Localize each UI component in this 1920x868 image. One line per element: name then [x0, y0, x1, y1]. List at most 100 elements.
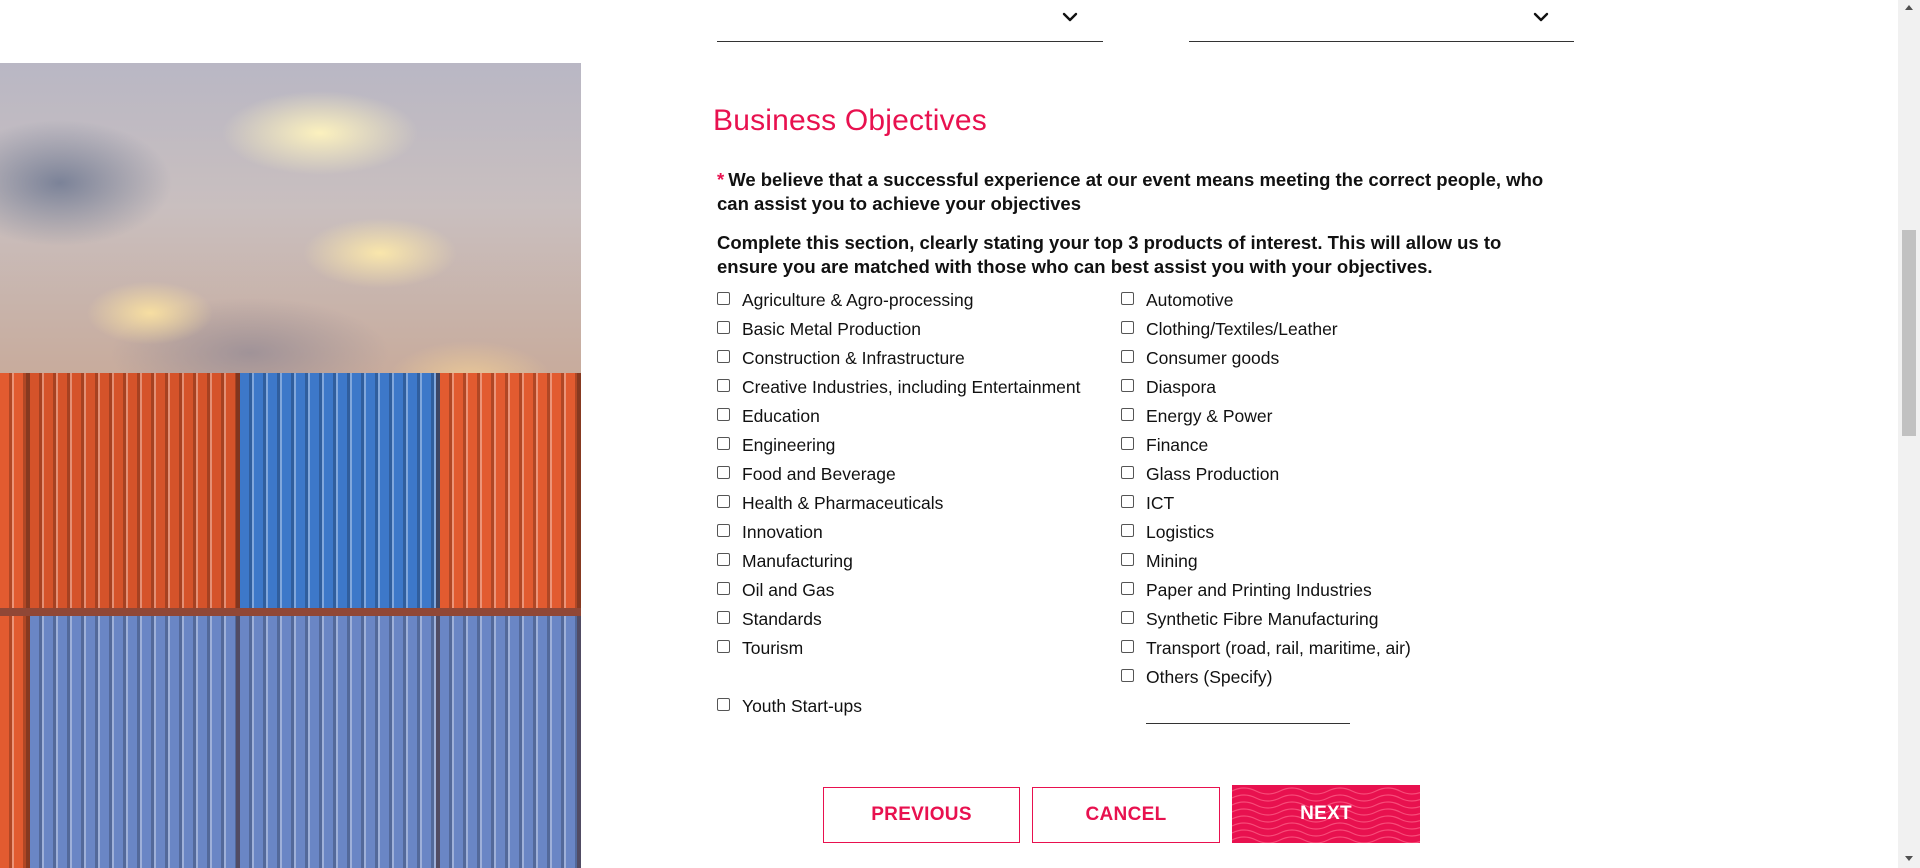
option-ict[interactable]: ICT — [1121, 489, 1174, 518]
previous-button[interactable]: PREVIOUS — [823, 787, 1020, 843]
checkbox[interactable] — [1121, 495, 1134, 508]
option-label: Construction & Infrastructure — [742, 348, 965, 368]
checkbox[interactable] — [1121, 640, 1134, 653]
checkbox[interactable] — [717, 611, 730, 624]
cancel-button[interactable]: CANCEL — [1032, 787, 1220, 843]
checkbox[interactable] — [717, 379, 730, 392]
checkbox[interactable] — [1121, 553, 1134, 566]
option-label: Mining — [1146, 551, 1198, 571]
chevron-down-icon — [1533, 12, 1549, 22]
checkbox[interactable] — [1121, 611, 1134, 624]
checkbox[interactable] — [1121, 408, 1134, 421]
option-glass-production[interactable]: Glass Production — [1121, 460, 1279, 489]
checkbox[interactable] — [717, 437, 730, 450]
objectives-question: * We believe that a successful experience… — [717, 168, 1547, 216]
option-label: Automotive — [1146, 290, 1234, 310]
option-label: Energy & Power — [1146, 406, 1273, 426]
option-label: Tourism — [742, 638, 804, 658]
question-text: We believe that a successful experience … — [717, 169, 1544, 214]
checkbox[interactable] — [717, 350, 730, 363]
option-label: Creative Industries, including Entertain… — [742, 377, 1081, 397]
option-label: Manufacturing — [742, 551, 853, 571]
checkbox[interactable] — [717, 321, 730, 334]
checkbox[interactable] — [717, 495, 730, 508]
hero-sky — [0, 63, 581, 383]
option-label: Youth Start-ups — [742, 696, 862, 716]
option-synthetic-fibre[interactable]: Synthetic Fibre Manufacturing — [1121, 605, 1378, 634]
hero-image-shipping-containers — [0, 63, 581, 868]
checkbox[interactable] — [717, 524, 730, 537]
option-label: Diaspora — [1146, 377, 1217, 397]
hero-container-stack — [0, 373, 581, 868]
option-standards[interactable]: Standards — [717, 605, 822, 634]
option-education[interactable]: Education — [717, 402, 820, 431]
option-label: Innovation — [742, 522, 823, 542]
checkbox[interactable] — [717, 582, 730, 595]
option-transport[interactable]: Transport (road, rail, maritime, air) — [1121, 634, 1411, 663]
option-label: Agriculture & Agro-processing — [742, 290, 974, 310]
option-label: Engineering — [742, 435, 836, 455]
checkbox[interactable] — [1121, 437, 1134, 450]
option-food-beverage[interactable]: Food and Beverage — [717, 460, 896, 489]
select-field-2[interactable] — [1189, 0, 1574, 42]
scroll-up-arrow-icon[interactable] — [1903, 2, 1915, 14]
option-health-pharma[interactable]: Health & Pharmaceuticals — [717, 489, 943, 518]
option-label: Glass Production — [1146, 464, 1280, 484]
next-button-label: NEXT — [1300, 803, 1352, 824]
option-label: Others (Specify) — [1146, 667, 1273, 687]
checkbox[interactable] — [717, 466, 730, 479]
checkbox[interactable] — [1121, 669, 1134, 682]
checkbox[interactable] — [1121, 524, 1134, 537]
option-finance[interactable]: Finance — [1121, 431, 1208, 460]
option-construction[interactable]: Construction & Infrastructure — [717, 344, 965, 373]
scroll-down-arrow-icon[interactable] — [1903, 852, 1915, 864]
select-field-1[interactable] — [717, 0, 1103, 42]
checkbox[interactable] — [1121, 466, 1134, 479]
option-automotive[interactable]: Automotive — [1121, 286, 1234, 315]
option-mining[interactable]: Mining — [1121, 547, 1198, 576]
checkbox[interactable] — [1121, 379, 1134, 392]
others-specify-input[interactable] — [1146, 701, 1350, 724]
option-creative-industries[interactable]: Creative Industries, including Entertain… — [717, 373, 1081, 402]
option-paper-printing[interactable]: Paper and Printing Industries — [1121, 576, 1372, 605]
option-manufacturing[interactable]: Manufacturing — [717, 547, 853, 576]
option-label: Logistics — [1146, 522, 1215, 542]
option-oil-gas[interactable]: Oil and Gas — [717, 576, 834, 605]
option-agriculture[interactable]: Agriculture & Agro-processing — [717, 286, 974, 315]
option-consumer-goods[interactable]: Consumer goods — [1121, 344, 1279, 373]
checkbox[interactable] — [717, 408, 730, 421]
option-label: Synthetic Fibre Manufacturing — [1146, 609, 1379, 629]
checkbox[interactable] — [1121, 321, 1134, 334]
option-label: Paper and Printing Industries — [1146, 580, 1372, 600]
checkbox[interactable] — [717, 292, 730, 305]
option-label: Basic Metal Production — [742, 319, 921, 339]
checkbox[interactable] — [717, 698, 730, 711]
option-clothing-textiles[interactable]: Clothing/Textiles/Leather — [1121, 315, 1338, 344]
option-engineering[interactable]: Engineering — [717, 431, 835, 460]
option-innovation[interactable]: Innovation — [717, 518, 823, 547]
option-energy-power[interactable]: Energy & Power — [1121, 402, 1272, 431]
option-label: Consumer goods — [1146, 348, 1280, 368]
option-others-specify[interactable]: Others (Specify) — [1121, 663, 1272, 692]
option-basic-metal[interactable]: Basic Metal Production — [717, 315, 921, 344]
option-diaspora[interactable]: Diaspora — [1121, 373, 1216, 402]
option-youth-startups[interactable]: Youth Start-ups — [717, 692, 862, 721]
scrollbar-thumb[interactable] — [1902, 230, 1916, 436]
option-logistics[interactable]: Logistics — [1121, 518, 1214, 547]
option-label: Clothing/Textiles/Leather — [1146, 319, 1338, 339]
checkbox[interactable] — [1121, 582, 1134, 595]
next-button[interactable]: NEXT — [1232, 785, 1420, 843]
option-label: Education — [742, 406, 820, 426]
checkbox[interactable] — [717, 553, 730, 566]
required-marker: * — [717, 169, 725, 190]
checkbox[interactable] — [1121, 350, 1134, 363]
checkbox[interactable] — [1121, 292, 1134, 305]
option-label: Standards — [742, 609, 822, 629]
option-label: Transport (road, rail, maritime, air) — [1146, 638, 1411, 658]
option-label: Health & Pharmaceuticals — [742, 493, 944, 513]
checkbox[interactable] — [717, 640, 730, 653]
objectives-instructions: Complete this section, clearly stating y… — [717, 232, 1502, 277]
option-label: ICT — [1146, 493, 1175, 513]
option-label: Food and Beverage — [742, 464, 896, 484]
option-tourism[interactable]: Tourism — [717, 634, 803, 663]
